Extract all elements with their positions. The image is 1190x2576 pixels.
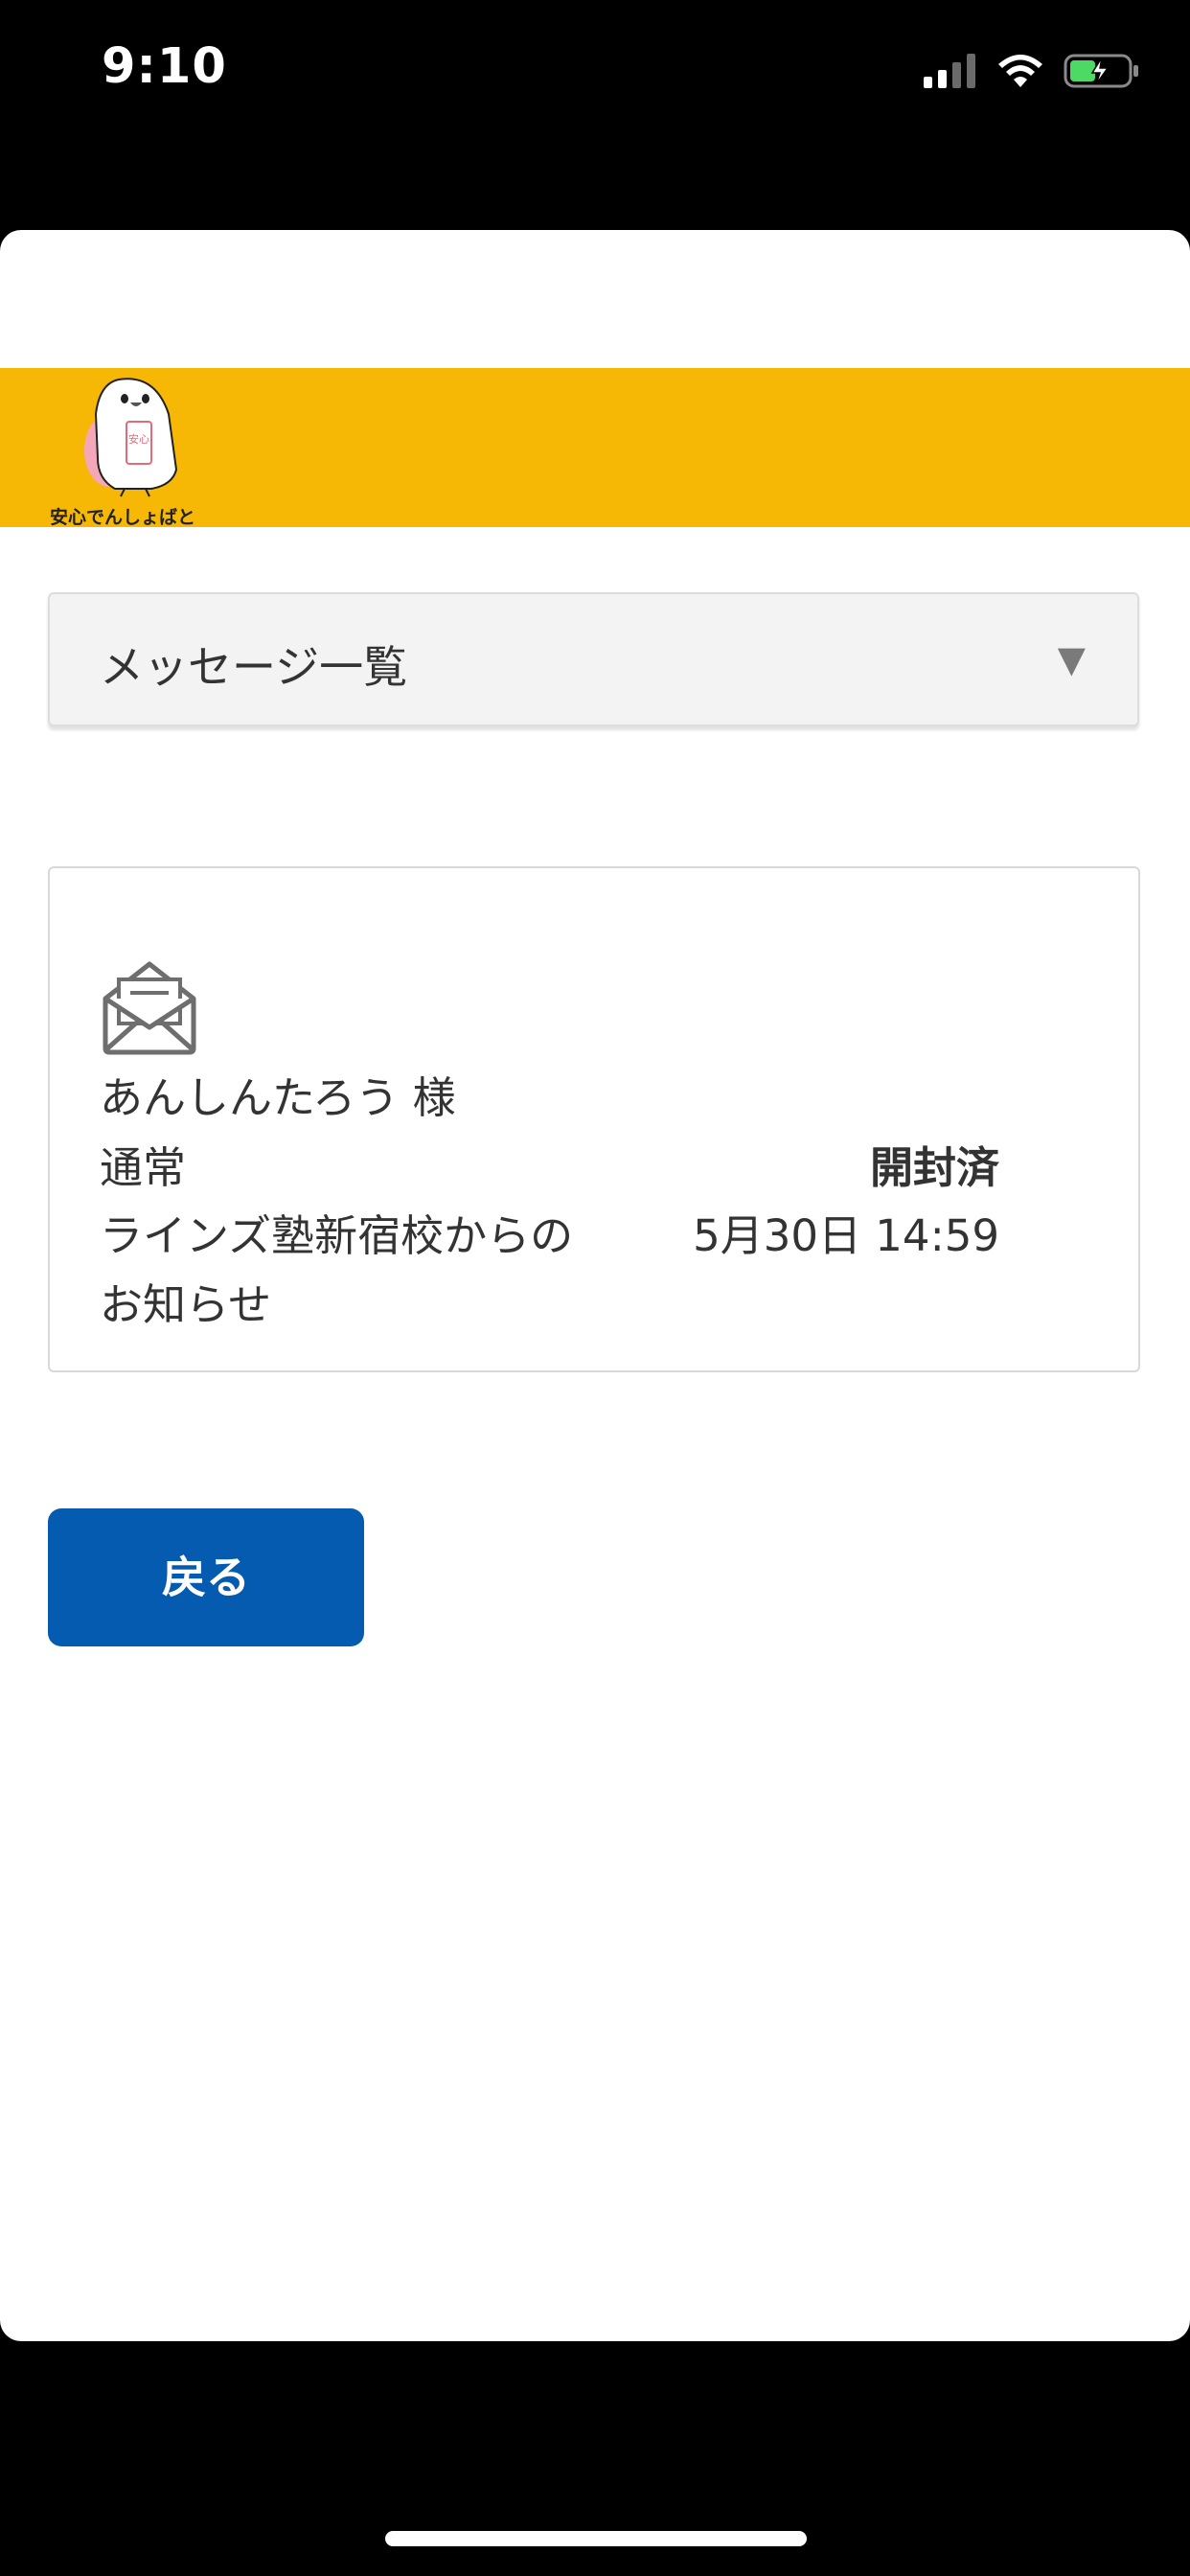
logo-text: 安心でんしょばと xyxy=(50,507,196,528)
message-status: 開封済 xyxy=(869,1142,999,1193)
message-date: 5月30日 14:59 xyxy=(693,1210,999,1261)
message-subject: ラインズ塾新宿校からのお知らせ xyxy=(100,1210,574,1330)
pigeon-mascot-icon: 安心 xyxy=(84,378,178,497)
back-button[interactable]: 戻る xyxy=(48,1508,364,1646)
badge-text: 安心 xyxy=(128,432,149,446)
status-time: 9:10 xyxy=(102,38,227,95)
battery-charging-icon xyxy=(1064,53,1140,93)
open-envelope-icon xyxy=(100,956,199,1060)
home-indicator[interactable] xyxy=(385,2531,807,2546)
select-value: メッセージ一覧 xyxy=(100,641,408,693)
message-card[interactable]: あんしんたろう 様 通常 開封済 ラインズ塾新宿校からのお知らせ 5月30日 1… xyxy=(48,866,1140,1372)
status-bar: 9:10 xyxy=(0,0,1190,144)
message-list-select[interactable]: メッセージ一覧 ▼ xyxy=(48,592,1139,726)
status-icons xyxy=(924,50,1140,96)
message-recipient: あんしんたろう 様 xyxy=(100,1072,456,1123)
app-sheet: 安心 安心でんしょばと メッセージ一覧 ▼ あんしんたろう 様 通常 開封済 ラ… xyxy=(0,230,1190,2341)
dropdown-arrow-icon: ▼ xyxy=(1057,638,1086,680)
cellular-signal-icon xyxy=(924,54,977,92)
wifi-icon xyxy=(996,53,1044,93)
app-logo: 安心 安心でんしょばと xyxy=(50,366,207,528)
message-priority: 通常 xyxy=(100,1142,187,1193)
